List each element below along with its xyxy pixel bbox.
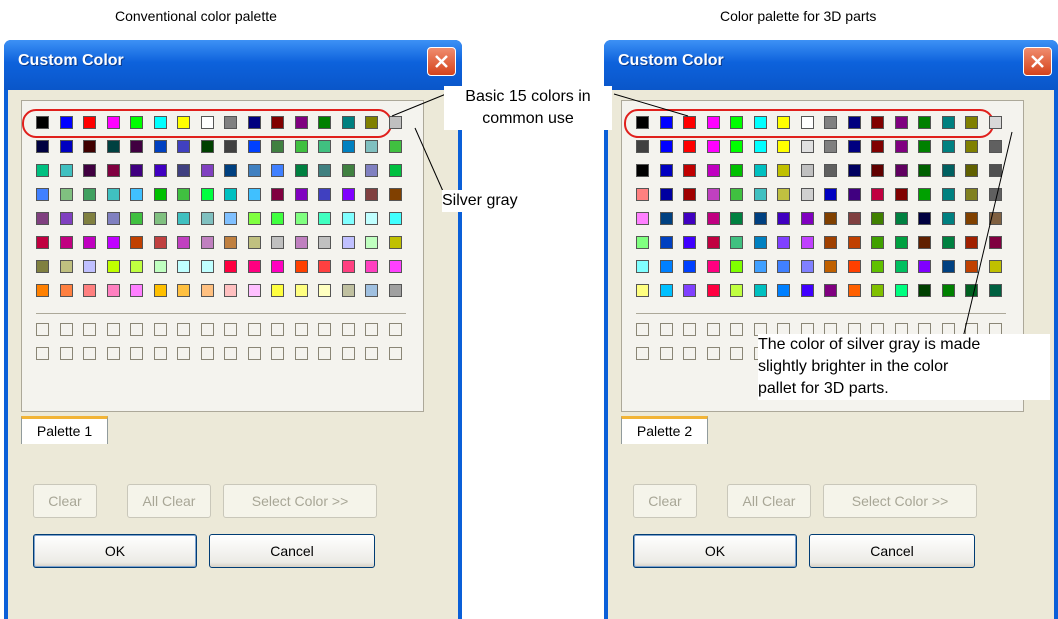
annotation-silver-gray: Silver gray: [442, 190, 518, 212]
annotation-basic-colors: Basic 15 colors in common use: [444, 86, 612, 130]
annotation-line: slightly brighter in the color: [758, 358, 949, 375]
annotation-line: common use: [482, 110, 574, 127]
annotation-line: pallet for 3D parts.: [758, 380, 889, 397]
annotation-silver-note: The color of silver gray is made slightl…: [758, 334, 1050, 400]
annotation-line: The color of silver gray is made: [758, 336, 981, 353]
annotation-line: Basic 15 colors in: [465, 88, 591, 105]
